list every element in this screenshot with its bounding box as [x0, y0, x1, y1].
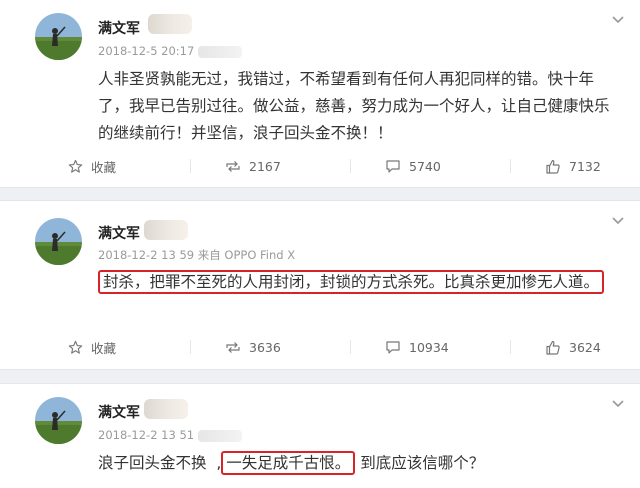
- blurred-badge: [144, 220, 188, 240]
- favorite-button[interactable]: 收藏: [68, 155, 116, 177]
- username[interactable]: 满文军: [98, 402, 140, 422]
- divider: [510, 340, 511, 354]
- post-content: 人非圣贤孰能无过，我错过，不希望看到有任何人再犯同样的错。快十年了，我早已告别过…: [98, 70, 610, 142]
- repost-button[interactable]: 2167: [225, 155, 281, 177]
- username[interactable]: 满文军: [98, 223, 140, 243]
- highlighted-text: 一失足成千古恨。: [221, 451, 356, 475]
- star-icon: [68, 159, 83, 173]
- repost-icon: [226, 341, 240, 353]
- chevron-down-icon[interactable]: [610, 213, 626, 229]
- weibo-post-1: 满文军 2018-12-5 20:17 人非圣贤孰能无过，我错过，不希望看到有任…: [0, 0, 640, 188]
- thumbs-up-icon: [546, 159, 560, 174]
- post-content: 封杀，把罪不至死的人用封闭，封锁的方式杀死。比真杀更加惨无人道。: [98, 269, 618, 296]
- post-meta: 2018-12-2 13 59 来自 OPPO Find X: [98, 247, 295, 263]
- post-time[interactable]: 2018-12-2 13 51: [98, 428, 194, 442]
- blurred-badge: [144, 399, 188, 419]
- thumbs-up-icon: [546, 340, 560, 355]
- post-meta: 2018-12-5 20:17: [98, 44, 243, 58]
- blurred-badge: [148, 14, 192, 34]
- divider: [510, 159, 511, 173]
- star-icon: [68, 340, 83, 354]
- comment-button[interactable]: 5740: [385, 155, 441, 177]
- comment-button[interactable]: 10934: [385, 336, 449, 358]
- weibo-post-2: 满文军 2018-12-2 13 59 来自 OPPO Find X 封杀，把罪…: [0, 200, 640, 370]
- divider: [350, 340, 351, 354]
- weibo-post-3: 满文军 2018-12-2 13 51 浪子回头金不换 , 一失足成千古恨。 到底…: [0, 383, 640, 488]
- avatar[interactable]: [35, 13, 82, 60]
- post-actions: 收藏 2167 5740 7132: [0, 155, 640, 177]
- comment-icon: [386, 340, 400, 354]
- post-content: 浪子回头金不换 , 一失足成千古恨。 到底应该信哪个？: [98, 450, 618, 477]
- weibo-feed: 满文军 2018-12-5 20:17 人非圣贤孰能无过，我错过，不希望看到有任…: [0, 0, 640, 488]
- like-button[interactable]: 7132: [545, 155, 601, 177]
- repost-icon: [226, 160, 240, 172]
- divider: [350, 159, 351, 173]
- divider: [190, 340, 191, 354]
- avatar[interactable]: [35, 397, 82, 444]
- like-button[interactable]: 3624: [545, 336, 601, 358]
- username[interactable]: 满文军: [98, 18, 140, 38]
- post-meta: 2018-12-2 13 51: [98, 428, 243, 442]
- divider: [190, 159, 191, 173]
- avatar[interactable]: [35, 218, 82, 265]
- post-time[interactable]: 2018-12-5 20:17: [98, 44, 194, 58]
- chevron-down-icon[interactable]: [610, 12, 626, 28]
- post-source[interactable]: 来自 OPPO Find X: [198, 248, 295, 262]
- favorite-button[interactable]: 收藏: [68, 336, 116, 358]
- post-actions: 收藏 3636 10934 3624: [0, 336, 640, 358]
- repost-button[interactable]: 3636: [225, 336, 281, 358]
- chevron-down-icon[interactable]: [610, 396, 626, 412]
- post-time[interactable]: 2018-12-2 13 59: [98, 248, 194, 262]
- highlighted-text: 封杀，把罪不至死的人用封闭，封锁的方式杀死。比真杀更加惨无人道。: [98, 270, 605, 294]
- comment-icon: [386, 159, 400, 173]
